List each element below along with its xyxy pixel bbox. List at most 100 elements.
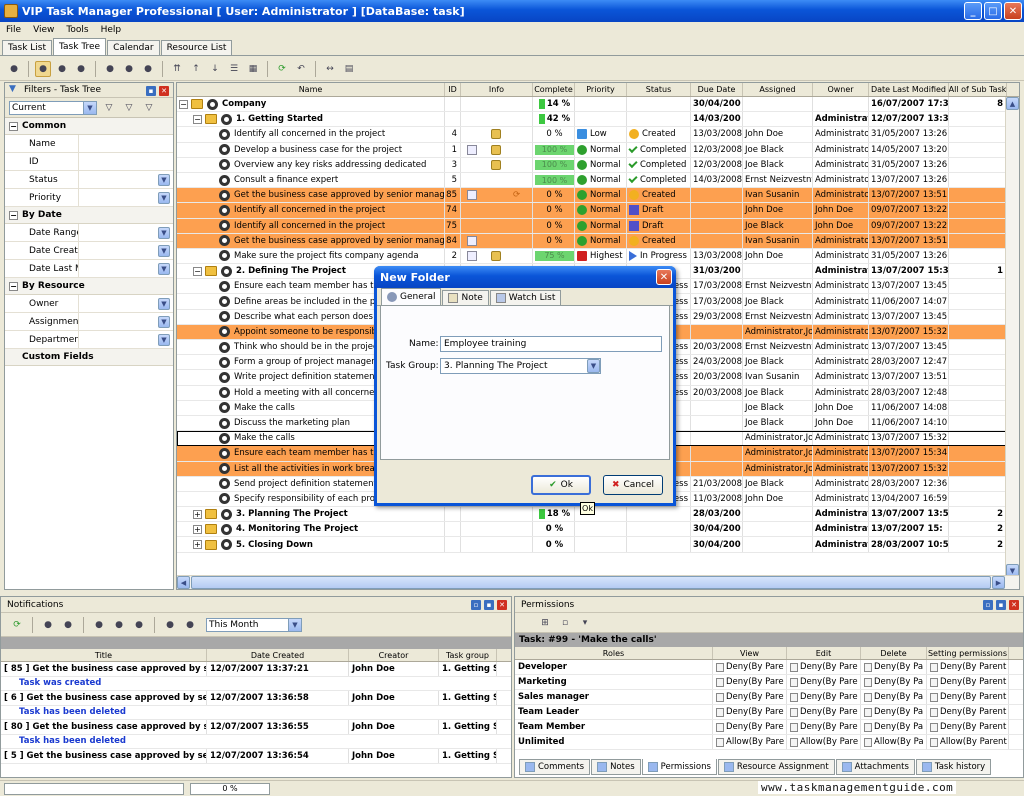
task-row[interactable]: Overview any key risks addressing dedica… — [177, 157, 1019, 173]
filter-item[interactable]: ID — [5, 153, 173, 171]
group-row[interactable]: +3. Planning The Project 18 % 28/03/200 Adm… — [177, 507, 1019, 523]
column-title[interactable]: Title — [1, 649, 207, 661]
group-row[interactable]: − Company 14 % 30/04/200 16/07/2007 17:3 8 — [177, 97, 1019, 113]
task-row[interactable]: Identify all concerned in the project 74 0… — [177, 203, 1019, 219]
horizontal-scrollbar[interactable]: ◀ ▶ — [177, 575, 1019, 589]
permission-row[interactable]: Team Member Deny(By Pare Deny(By Pare Deny(… — [515, 720, 1023, 735]
tab-watch-list[interactable]: Watch List — [489, 290, 562, 305]
permission-setting[interactable]: Deny(By Parent — [927, 720, 1009, 734]
copy-task-icon[interactable]: ● — [102, 61, 118, 77]
permission-setting[interactable]: Deny(By Parent — [927, 690, 1009, 704]
permission-row[interactable]: Marketing Deny(By Pare Deny(By Pare Deny(By… — [515, 675, 1023, 690]
maximize-button[interactable]: □ — [984, 2, 1002, 20]
paste-task-icon[interactable]: ● — [121, 61, 137, 77]
column-info[interactable]: Info — [461, 83, 533, 96]
close-button[interactable]: ✕ — [1004, 2, 1022, 20]
permission-edit[interactable]: Deny(By Pare — [787, 660, 861, 674]
column-edit[interactable]: Edit — [787, 647, 861, 659]
filter-section[interactable]: − By Date — [5, 207, 173, 224]
filter-item[interactable]: Date Range ▼ — [5, 224, 173, 242]
column-due-date[interactable]: Due Date — [691, 83, 743, 96]
tab-notes[interactable]: Notes — [591, 759, 641, 775]
task-row[interactable]: Get the business case approved by senior… — [177, 188, 1019, 204]
tab-permissions[interactable]: Permissions — [641, 759, 717, 775]
column-view[interactable]: View — [713, 647, 787, 659]
tab-calendar[interactable]: Calendar — [107, 40, 160, 55]
menu-view[interactable]: View — [33, 25, 54, 35]
pin-icon[interactable]: ▪ — [484, 600, 494, 610]
apply-filter-icon[interactable]: ▽ — [101, 100, 117, 116]
collapse-icon[interactable]: − — [9, 121, 18, 131]
close-icon[interactable]: ✕ — [159, 86, 169, 96]
column-owner[interactable]: Owner — [813, 83, 869, 96]
move-top-icon[interactable]: ⇈ — [169, 61, 185, 77]
permission-row[interactable]: Team Leader Deny(By Pare Deny(By Pare Deny(… — [515, 705, 1023, 720]
expand-icon[interactable]: + — [193, 509, 202, 519]
column-name[interactable]: Name — [177, 83, 445, 96]
period-select[interactable]: This Month ▼ — [206, 617, 302, 632]
filter-section[interactable]: − Common — [5, 118, 173, 135]
column-delete[interactable]: Delete — [861, 647, 927, 659]
column-task-group[interactable]: Task group — [439, 649, 497, 661]
column-assigned[interactable]: Assigned — [743, 83, 813, 96]
vertical-scrollbar[interactable]: ▲ ▼ — [1005, 97, 1019, 577]
permission-setting[interactable]: Deny(By Parent — [927, 675, 1009, 689]
tab-resource-assignment[interactable]: Resource Assignment — [717, 759, 835, 775]
filter-preset-select[interactable]: Current ▼ — [9, 100, 97, 115]
close-icon[interactable]: ✕ — [497, 600, 507, 610]
column-status[interactable]: Status — [627, 83, 691, 96]
filter-item[interactable]: Assignment ▼ — [5, 313, 173, 331]
group-row[interactable]: +4. Monitoring The Project 0 % 30/04/200 Ad… — [177, 522, 1019, 538]
collapse-icon[interactable]: − — [9, 210, 18, 220]
column-creator[interactable]: Creator — [349, 649, 439, 661]
scroll-thumb[interactable] — [191, 576, 991, 589]
task-row[interactable]: Identify all concerned in the project 75 0… — [177, 218, 1019, 234]
permission-delete[interactable]: Deny(By Pa — [861, 690, 927, 704]
filter-icon[interactable]: ● — [162, 617, 178, 633]
task-row[interactable]: Develop a business case for the project 1… — [177, 142, 1019, 158]
collapse-icon[interactable]: − — [193, 266, 202, 276]
lock-icon[interactable]: ▫ — [557, 615, 573, 631]
edit-icon[interactable]: ● — [131, 617, 147, 633]
list-view-icon[interactable]: ☰ — [226, 61, 242, 77]
tab-attachments[interactable]: Attachments — [835, 759, 915, 775]
group-row[interactable]: − 1. Getting Started 42 % 14/03/200 Administ… — [177, 112, 1019, 128]
tab-comments[interactable]: Comments — [519, 759, 591, 775]
scroll-right-icon[interactable]: ▶ — [992, 576, 1005, 589]
column-roles[interactable]: Roles — [515, 647, 713, 659]
task-group-select[interactable]: 3. Planning The Project ▼ — [440, 358, 601, 374]
filter-item[interactable]: Department ▼ — [5, 331, 173, 349]
chevron-down-icon[interactable]: ▼ — [158, 298, 170, 310]
column-id[interactable]: ID — [445, 83, 461, 96]
notification-row[interactable]: [ 5 ] Get the business case approved by … — [1, 749, 511, 764]
chevron-down-icon[interactable]: ▼ — [158, 263, 170, 275]
tab-task-history[interactable]: Task history — [915, 759, 992, 775]
collapse-icon[interactable]: − — [179, 99, 188, 109]
cancel-button[interactable]: ✖ Cancel — [603, 475, 663, 495]
chevron-down-icon[interactable]: ▼ — [158, 316, 170, 328]
task-row[interactable]: Consult a finance expert 5 100 % Normal Comp… — [177, 172, 1019, 189]
permission-view[interactable]: Deny(By Pare — [713, 720, 787, 734]
column-all-sub-task[interactable]: All of Sub Task — [949, 83, 1007, 96]
permission-edit[interactable]: Deny(By Pare — [787, 690, 861, 704]
permission-view[interactable]: Deny(By Pare — [713, 705, 787, 719]
new-folder-icon[interactable]: ● — [35, 60, 51, 77]
close-icon[interactable]: ✕ — [1009, 600, 1019, 610]
filter-section[interactable]: − By Resource — [5, 278, 173, 295]
task-row[interactable]: Get the business case approved by senior… — [177, 233, 1019, 249]
notification-row[interactable]: [ 85 ] Get the business case approved by… — [1, 662, 511, 677]
permission-edit[interactable]: Deny(By Pare — [787, 705, 861, 719]
expand-icon[interactable]: + — [193, 540, 202, 550]
filter-item[interactable]: Owner ▼ — [5, 295, 173, 313]
delete-task-icon[interactable]: ● — [73, 61, 89, 77]
tab-resource-list[interactable]: Resource List — [160, 40, 233, 55]
minimize-button[interactable]: _ — [964, 2, 982, 20]
filter-section[interactable]: Custom Fields — [5, 349, 173, 366]
chevron-down-icon[interactable]: ▼ — [158, 227, 170, 239]
watch-icon[interactable]: ● — [111, 617, 127, 633]
permission-view[interactable]: Allow(By Pare — [713, 735, 787, 749]
tree-icon[interactable]: ⊞ — [537, 615, 553, 631]
columns-icon[interactable]: ▤ — [341, 61, 357, 77]
refresh-icon[interactable]: ⟳ — [274, 61, 290, 77]
filter-item[interactable]: Priority ▼ — [5, 189, 173, 207]
